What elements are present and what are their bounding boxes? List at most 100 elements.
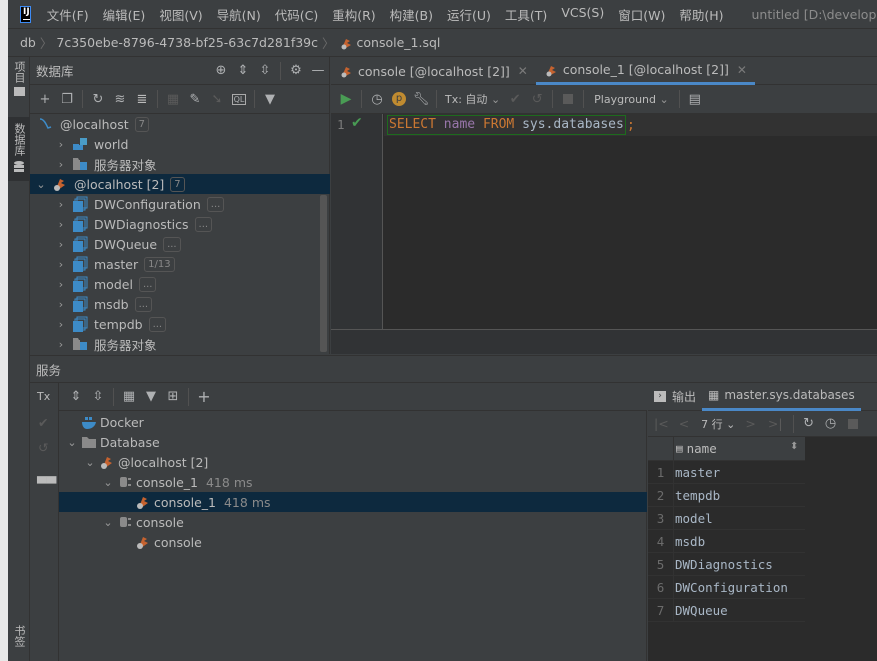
menu-item[interactable]: 窗口(W): [618, 5, 665, 24]
last-page-icon[interactable]: >|: [768, 416, 783, 431]
database-tree-item[interactable]: › DWQueue...: [30, 234, 330, 254]
playground-dropdown[interactable]: Playground ⌄: [594, 93, 669, 106]
chevron-down-icon[interactable]: ⌄: [83, 456, 97, 469]
data-source-properties-icon[interactable]: ≋: [109, 88, 131, 110]
close-icon[interactable]: ✕: [737, 63, 747, 77]
tab-master-sys-databases[interactable]: ▦ master.sys.databases: [702, 383, 861, 411]
filter-icon[interactable]: ▼: [140, 386, 162, 408]
result-row[interactable]: 7 DWQueue: [648, 598, 805, 622]
chevron-right-icon[interactable]: ›: [54, 138, 68, 151]
minimize-icon[interactable]: —: [307, 60, 329, 82]
expand-all-icon[interactable]: ⇕: [65, 386, 87, 408]
first-page-icon[interactable]: |<: [654, 416, 669, 431]
result-cell[interactable]: DWConfiguration: [674, 580, 788, 595]
explain-plan-icon[interactable]: p: [388, 88, 410, 110]
transaction-mode-dropdown[interactable]: Tx: 自动 ⌄: [445, 91, 500, 107]
menu-item[interactable]: 代码(C): [275, 5, 318, 24]
chevron-right-icon[interactable]: ›: [54, 278, 68, 291]
collapse-all-icon[interactable]: ⇳: [87, 386, 109, 408]
result-cell[interactable]: msdb: [674, 534, 705, 549]
breadcrumb-folder[interactable]: 7c350ebe-8796-4738-bf25-63c7d281f39c: [56, 35, 318, 50]
menu-item[interactable]: 编辑(E): [103, 5, 146, 24]
menu-item[interactable]: 帮助(H): [679, 5, 723, 24]
gear-icon[interactable]: ⚙: [285, 60, 307, 82]
filter-icon[interactable]: ▼: [259, 88, 281, 110]
database-tree-item[interactable]: @localhost 7: [30, 114, 330, 134]
collapse-all-icon[interactable]: ⇳: [254, 60, 276, 82]
services-tree-item[interactable]: ⌄ console_1 418 ms: [59, 472, 647, 492]
history-icon[interactable]: ◷: [366, 88, 388, 110]
database-tree-item[interactable]: › world: [30, 134, 330, 154]
services-tree-item[interactable]: ⌄ @localhost [2]: [59, 452, 647, 472]
chevron-right-icon[interactable]: ›: [54, 198, 68, 211]
sort-icon[interactable]: ⬍: [790, 441, 798, 452]
refresh-icon[interactable]: ↻: [87, 88, 109, 110]
output-layout-icon[interactable]: ▤: [684, 88, 706, 110]
rollback-icon[interactable]: ↺: [526, 88, 548, 110]
menu-item[interactable]: 视图(V): [159, 5, 202, 24]
result-row[interactable]: 6 DWConfiguration: [648, 575, 805, 599]
table-icon[interactable]: ▦: [162, 88, 184, 110]
layout-icon[interactable]: ▀▀: [37, 476, 56, 491]
database-tree-item[interactable]: › 服务器对象: [30, 334, 330, 354]
services-tree-item[interactable]: console: [59, 532, 647, 552]
database-tree-scrollbar[interactable]: [320, 195, 327, 352]
locate-icon[interactable]: ⊕: [210, 60, 232, 82]
chevron-right-icon[interactable]: ›: [54, 298, 68, 311]
add-icon[interactable]: +: [34, 88, 56, 110]
menu-item[interactable]: 工具(T): [505, 5, 547, 24]
menu-item[interactable]: 导航(N): [217, 5, 261, 24]
database-tree-item[interactable]: › msdb...: [30, 294, 330, 314]
transaction-icon[interactable]: Tx: [37, 390, 50, 403]
database-tree-item[interactable]: ⌄ @localhost [2] 7: [30, 174, 330, 194]
services-tree-item[interactable]: Docker: [59, 412, 647, 432]
edit-icon[interactable]: ✎: [184, 88, 206, 110]
chevron-down-icon[interactable]: ⌄: [34, 178, 48, 191]
chevron-right-icon[interactable]: ›: [54, 218, 68, 231]
menu-item[interactable]: 构建(B): [390, 5, 433, 24]
jump-icon[interactable]: ➘: [206, 88, 228, 110]
tab-console-1[interactable]: console_1 [@localhost [2]] ✕: [535, 57, 755, 85]
project-tool-tab[interactable]: 项目: [8, 61, 30, 111]
ql-console-icon[interactable]: QL: [232, 93, 246, 105]
database-tree-item[interactable]: › DWDiagnostics...: [30, 214, 330, 234]
result-row[interactable]: 1 master: [648, 460, 805, 484]
stop-icon[interactable]: [842, 413, 864, 435]
new-tab-icon[interactable]: ⊞: [162, 386, 184, 408]
result-cell[interactable]: tempdb: [674, 488, 720, 503]
result-cell[interactable]: master: [674, 465, 720, 480]
services-tree-item[interactable]: ⌄ console: [59, 512, 647, 532]
commit-icon[interactable]: ✔: [504, 88, 526, 110]
tab-output[interactable]: › 输出: [648, 383, 702, 411]
database-tree-item[interactable]: › tempdb...: [30, 314, 330, 334]
query-history-icon[interactable]: ◷: [820, 413, 842, 435]
chevron-down-icon[interactable]: ⌄: [101, 516, 115, 529]
breadcrumb-db[interactable]: db: [20, 35, 36, 50]
execute-icon[interactable]: ▶: [335, 88, 357, 110]
previous-page-icon[interactable]: <: [679, 416, 689, 431]
menu-item[interactable]: VCS(S): [561, 5, 604, 24]
result-row[interactable]: 5 DWDiagnostics: [648, 552, 805, 576]
sql-editor[interactable]: 1 ✔ SELECT name FROM sys.databases ;: [331, 114, 877, 329]
chevron-right-icon[interactable]: ›: [54, 318, 68, 331]
breadcrumb-file[interactable]: console_1.sql: [357, 35, 441, 50]
next-page-icon[interactable]: >: [745, 416, 755, 431]
expand-all-icon[interactable]: ⇕: [232, 60, 254, 82]
duplicate-icon[interactable]: ❐: [56, 88, 78, 110]
database-tree-item[interactable]: › DWConfiguration...: [30, 194, 330, 214]
bookmarks-tool-tab[interactable]: 书签: [8, 625, 30, 661]
rollback-icon[interactable]: ↺: [38, 440, 48, 455]
result-row[interactable]: 4 msdb: [648, 529, 805, 553]
group-by-icon[interactable]: ▦: [118, 386, 140, 408]
result-cell[interactable]: model: [674, 511, 713, 526]
result-row[interactable]: 2 tempdb: [648, 483, 805, 507]
database-tree-item[interactable]: › model...: [30, 274, 330, 294]
services-tree-item[interactable]: console_1 418 ms: [59, 492, 647, 512]
menu-item[interactable]: 重构(R): [332, 5, 375, 24]
result-cell[interactable]: DWDiagnostics: [674, 557, 773, 572]
commit-icon[interactable]: ✔: [38, 415, 48, 430]
chevron-right-icon[interactable]: ›: [54, 158, 68, 171]
chevron-down-icon[interactable]: ⌄: [101, 476, 115, 489]
chevron-down-icon[interactable]: ⌄: [65, 436, 79, 449]
database-tree-item[interactable]: › master 1/13: [30, 254, 330, 274]
